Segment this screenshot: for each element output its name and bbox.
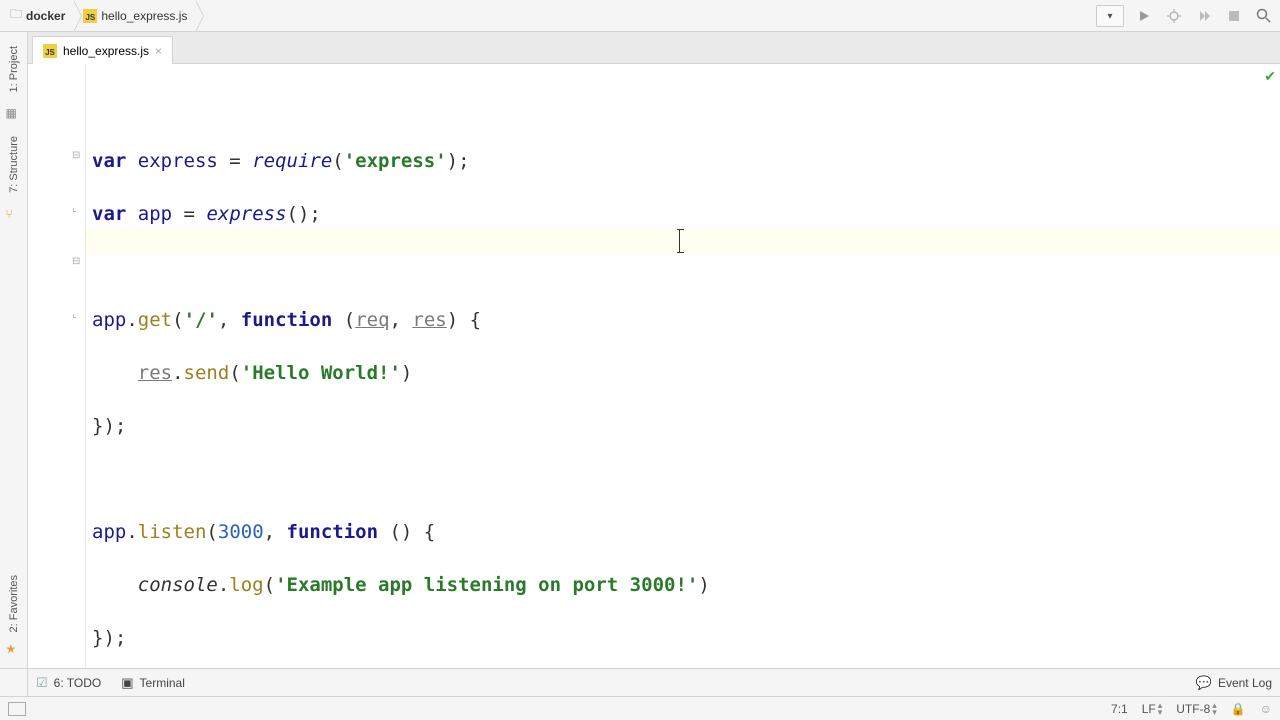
folder-icon: 🗀 <box>10 5 22 26</box>
current-line-highlight <box>86 227 1280 254</box>
event-log-tool[interactable]: 💬 Event Log <box>1196 675 1272 691</box>
breadcrumb-project[interactable]: 🗀 docker <box>0 0 73 31</box>
sidebar-project[interactable]: 1: Project <box>6 42 22 96</box>
terminal-icon: ▣ <box>121 675 133 691</box>
js-file-icon: JS <box>43 44 57 58</box>
event-log-icon: 💬 <box>1196 675 1212 691</box>
editor-gutter: ⊟ ⌞ ⊟ ⌞ <box>28 64 86 668</box>
terminal-label: Terminal <box>140 676 185 690</box>
breadcrumb-file[interactable]: JS hello_express.js <box>73 0 195 31</box>
event-log-label: Event Log <box>1218 676 1272 690</box>
stop-button[interactable] <box>1224 6 1244 26</box>
navigation-bar: 🗀 docker JS hello_express.js ▾ <box>0 0 1280 32</box>
close-icon[interactable]: × <box>155 44 162 58</box>
run-toolbar: ▾ <box>1096 0 1274 32</box>
hector-icon[interactable]: ☺ <box>1260 702 1272 716</box>
fold-end-icon[interactable]: ⌞ <box>72 203 77 214</box>
tool-window-toggle-icon[interactable] <box>8 702 26 716</box>
todo-tool[interactable]: ☑ 6: TODO <box>36 675 101 691</box>
line-separator[interactable]: LF▴▾ <box>1142 702 1163 716</box>
todo-icon: ☑ <box>36 675 48 691</box>
tab-hello-express[interactable]: JS hello_express.js × <box>32 36 173 64</box>
breadcrumb-label: docker <box>26 9 65 23</box>
inspection-ok-icon[interactable]: ✔ <box>1264 68 1276 85</box>
code-editor[interactable]: ⊟ ⌞ ⊟ ⌞ var express = require('express')… <box>28 64 1280 668</box>
bottom-tool-stripe: ☑ 6: TODO ▣ Terminal 💬 Event Log <box>28 668 1280 696</box>
terminal-tool[interactable]: ▣ Terminal <box>121 675 185 691</box>
fold-icon[interactable]: ⊟ <box>72 150 80 161</box>
editor-tabs: JS hello_express.js × <box>28 32 1280 64</box>
fold-end-icon[interactable]: ⌞ <box>72 309 77 320</box>
cursor-position[interactable]: 7:1 <box>1111 702 1128 716</box>
breadcrumb-label: hello_express.js <box>101 9 187 23</box>
status-bar: 7:1 LF▴▾ UTF-8▴▾ 🔒 ☺ <box>0 696 1280 720</box>
run-button[interactable] <box>1134 6 1154 26</box>
sidebar-structure[interactable]: 7: Structure <box>6 132 22 197</box>
lock-icon[interactable]: 🔒 <box>1231 702 1246 716</box>
left-bottom-corner <box>0 668 28 696</box>
todo-label: 6: TODO <box>54 676 102 690</box>
fold-icon[interactable]: ⊟ <box>72 256 80 267</box>
run-config-dropdown[interactable]: ▾ <box>1096 5 1124 27</box>
rerun-button[interactable] <box>1194 6 1214 26</box>
encoding[interactable]: UTF-8▴▾ <box>1176 702 1217 716</box>
code-text[interactable]: var express = require('express'); var ap… <box>86 64 1280 668</box>
star-icon[interactable]: ★ <box>6 642 22 658</box>
js-file-icon: JS <box>83 9 97 23</box>
debug-button[interactable] <box>1164 6 1184 26</box>
sidebar-favorites[interactable]: 2: Favorites <box>6 571 22 636</box>
git-branch-icon[interactable]: ⑂ <box>6 207 22 223</box>
tab-label: hello_express.js <box>63 44 149 58</box>
breadcrumb: 🗀 docker JS hello_express.js <box>0 0 195 31</box>
left-tool-stripe: 1: Project ▦ 7: Structure ⑂ 2: Favorites… <box>0 32 28 668</box>
file-icon[interactable]: ▦ <box>6 106 22 122</box>
text-cursor <box>679 229 680 253</box>
search-icon[interactable] <box>1254 6 1274 26</box>
